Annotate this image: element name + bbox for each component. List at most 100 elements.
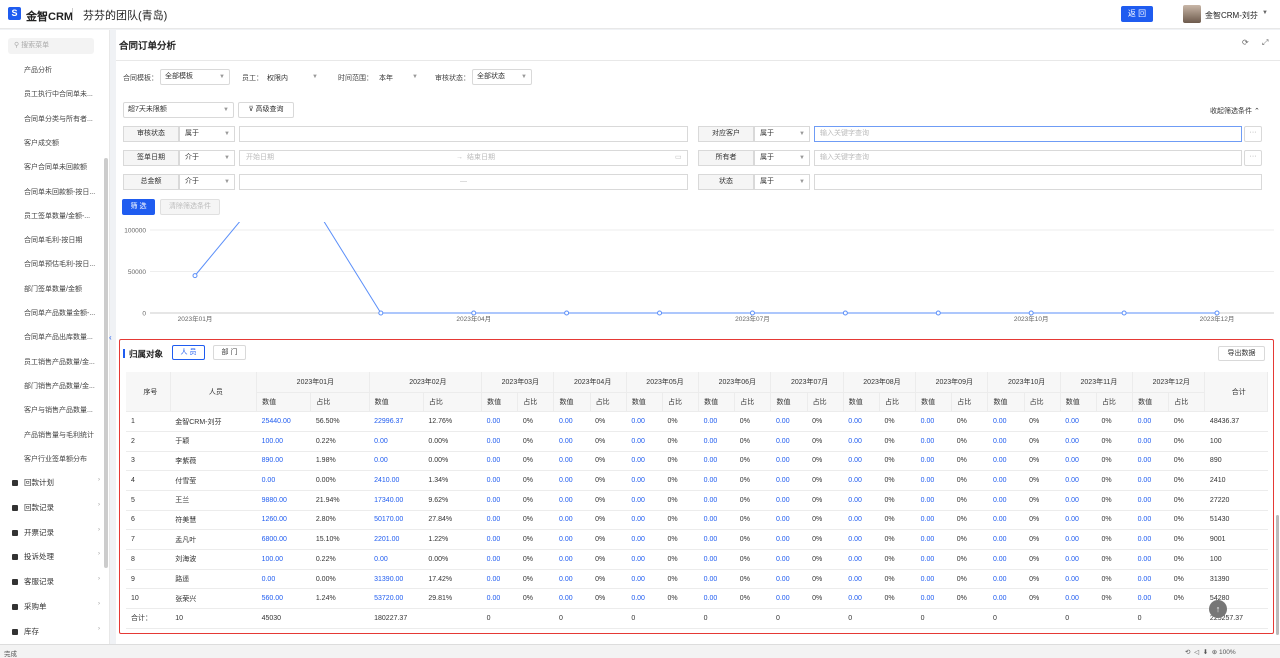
value-link[interactable]: 0.00 xyxy=(1060,490,1097,511)
value-link[interactable]: 0.00 xyxy=(481,490,518,511)
speaker-icon[interactable]: ◁ xyxy=(1194,649,1199,656)
more-icon[interactable]: ··· xyxy=(1244,150,1262,166)
filter-button[interactable]: 筛 选 xyxy=(122,199,155,215)
value-link[interactable]: 0.00 xyxy=(553,490,591,511)
value-link[interactable]: 22996.37 xyxy=(369,411,424,432)
value-link[interactable]: 0.00 xyxy=(1060,431,1097,452)
value-link[interactable]: 0.00 xyxy=(915,490,952,511)
cond-op-select[interactable]: 属于 ▼ xyxy=(754,174,810,190)
value-link[interactable]: 0.00 xyxy=(843,588,880,610)
sidebar-item[interactable]: 员工执行中合同单未... xyxy=(24,89,98,99)
value-link[interactable]: 0.00 xyxy=(915,451,952,472)
audit-status-value-input[interactable] xyxy=(239,126,688,142)
value-link[interactable]: 0.00 xyxy=(626,411,663,432)
value-link[interactable]: 53720.00 xyxy=(369,588,424,610)
sidebar-item[interactable]: 合同单预估毛利-按日... xyxy=(24,259,98,269)
value-link[interactable]: 0.00 xyxy=(843,569,880,590)
sidebar-item[interactable]: 合同单毛利-按日期 xyxy=(24,235,98,245)
value-link[interactable]: 0.00 xyxy=(915,569,952,590)
value-link[interactable]: 0.00 xyxy=(843,470,880,491)
value-link[interactable]: 0.00 xyxy=(481,510,518,531)
value-link[interactable]: 50170.00 xyxy=(369,510,424,531)
value-link[interactable]: 0.00 xyxy=(987,451,1025,472)
sidebar-group[interactable]: 开票记录 › xyxy=(12,527,100,538)
cond-op-select[interactable]: 介于 ▼ xyxy=(179,174,235,190)
value-link[interactable]: 0.00 xyxy=(626,549,663,570)
cond-op-select[interactable]: 属于 ▼ xyxy=(179,126,235,142)
advanced-query-button[interactable]: ⊽ 高级查询 xyxy=(238,102,294,118)
value-link[interactable]: 0.00 xyxy=(553,549,591,570)
value-link[interactable]: 0.00 xyxy=(698,569,735,590)
sync-icon[interactable]: ⟲ xyxy=(1185,649,1190,656)
sidebar-item[interactable]: 客户合同单未回款额 xyxy=(24,162,98,172)
value-link[interactable]: 0.00 xyxy=(698,431,735,452)
value-link[interactable]: 0.00 xyxy=(915,411,952,432)
value-link[interactable]: 0.00 xyxy=(369,431,424,452)
sidebar-item[interactable]: 客户行业签单额分布 xyxy=(24,454,98,464)
sidebar-item[interactable]: 客户与销售产品数量... xyxy=(24,405,98,415)
value-link[interactable]: 0.00 xyxy=(770,549,808,570)
download-icon[interactable]: ⬇ xyxy=(1203,649,1208,656)
sidebar-item[interactable]: 部门销售产品数量/金... xyxy=(24,381,98,391)
value-link[interactable]: 0.00 xyxy=(626,569,663,590)
value-link[interactable]: 0.00 xyxy=(481,588,518,610)
value-link[interactable]: 560.00 xyxy=(256,588,311,610)
value-link[interactable]: 17340.00 xyxy=(369,490,424,511)
value-link[interactable]: 100.00 xyxy=(256,549,311,570)
sidebar-item[interactable]: 员工签单数量/金额-... xyxy=(24,211,98,221)
export-button[interactable]: 导出数据 xyxy=(1218,346,1265,361)
value-link[interactable]: 0.00 xyxy=(1132,569,1169,590)
value-link[interactable]: 0.00 xyxy=(770,569,808,590)
value-link[interactable]: 0.00 xyxy=(1132,411,1169,432)
value-link[interactable]: 0.00 xyxy=(369,451,424,472)
value-link[interactable]: 0.00 xyxy=(553,411,591,432)
value-link[interactable]: 0.00 xyxy=(987,470,1025,491)
overdue-select[interactable]: 超7天未限额 ▼ xyxy=(123,102,234,118)
sidebar-group[interactable]: 采购单 › xyxy=(12,601,100,612)
value-link[interactable]: 0.00 xyxy=(481,549,518,570)
value-link[interactable]: 0.00 xyxy=(770,470,808,491)
value-link[interactable]: 0.00 xyxy=(626,510,663,531)
value-link[interactable]: 25440.00 xyxy=(256,411,311,432)
cond-op-select[interactable]: 介于 ▼ xyxy=(179,150,235,166)
collapse-sidebar-icon[interactable]: ‹ xyxy=(109,333,115,345)
date-range-input[interactable]: 开始日期 → 结束日期 ▭ xyxy=(239,150,688,166)
value-link[interactable]: 0.00 xyxy=(843,549,880,570)
fullscreen-icon[interactable]: ⤢ xyxy=(1262,38,1268,48)
refresh-icon[interactable]: ⟳ xyxy=(1242,38,1249,47)
value-link[interactable]: 0.00 xyxy=(770,411,808,432)
value-link[interactable]: 0.00 xyxy=(369,549,424,570)
value-link[interactable]: 0.00 xyxy=(553,588,591,610)
value-link[interactable]: 0.00 xyxy=(987,411,1025,432)
value-link[interactable]: 0.00 xyxy=(1132,451,1169,472)
value-link[interactable]: 0.00 xyxy=(770,490,808,511)
value-link[interactable]: 0.00 xyxy=(698,510,735,531)
value-link[interactable]: 0.00 xyxy=(1132,588,1169,610)
value-link[interactable]: 890.00 xyxy=(256,451,311,472)
chevron-down-icon[interactable]: ▼ xyxy=(412,74,418,80)
cond-op-select[interactable]: 属于 ▼ xyxy=(754,150,810,166)
value-link[interactable]: 0.00 xyxy=(915,529,952,550)
sidebar-item[interactable]: 部门签单数量/金额 xyxy=(24,284,98,294)
clear-filters-button[interactable]: 清除筛选条件 xyxy=(160,199,220,215)
value-link[interactable]: 2410.00 xyxy=(369,470,424,491)
user-name[interactable]: 金智CRM-刘芬 xyxy=(1205,10,1258,21)
value-link[interactable]: 0.00 xyxy=(915,470,952,491)
sidebar-item[interactable]: 合同单未回款额-按日... xyxy=(24,187,98,197)
value-link[interactable]: 0.00 xyxy=(770,451,808,472)
chevron-down-icon[interactable]: ▼ xyxy=(1262,10,1268,16)
value-link[interactable]: 0.00 xyxy=(1060,549,1097,570)
value-link[interactable]: 0.00 xyxy=(698,470,735,491)
value-link[interactable]: 2201.00 xyxy=(369,529,424,550)
value-link[interactable]: 0.00 xyxy=(1060,569,1097,590)
value-link[interactable]: 0.00 xyxy=(1060,470,1097,491)
value-link[interactable]: 0.00 xyxy=(1132,470,1169,491)
value-link[interactable]: 0.00 xyxy=(626,431,663,452)
value-link[interactable]: 0.00 xyxy=(1132,529,1169,550)
customer-search-input[interactable]: 输入关键字查询 xyxy=(814,126,1242,142)
value-link[interactable]: 0.00 xyxy=(481,411,518,432)
collapse-filters-link[interactable]: 收起筛选条件 ⌃ xyxy=(1210,106,1260,116)
sidebar-item[interactable]: 客户成交额 xyxy=(24,138,98,148)
sidebar-group[interactable]: 回款记录 › xyxy=(12,502,100,513)
value-link[interactable]: 0.00 xyxy=(1132,431,1169,452)
